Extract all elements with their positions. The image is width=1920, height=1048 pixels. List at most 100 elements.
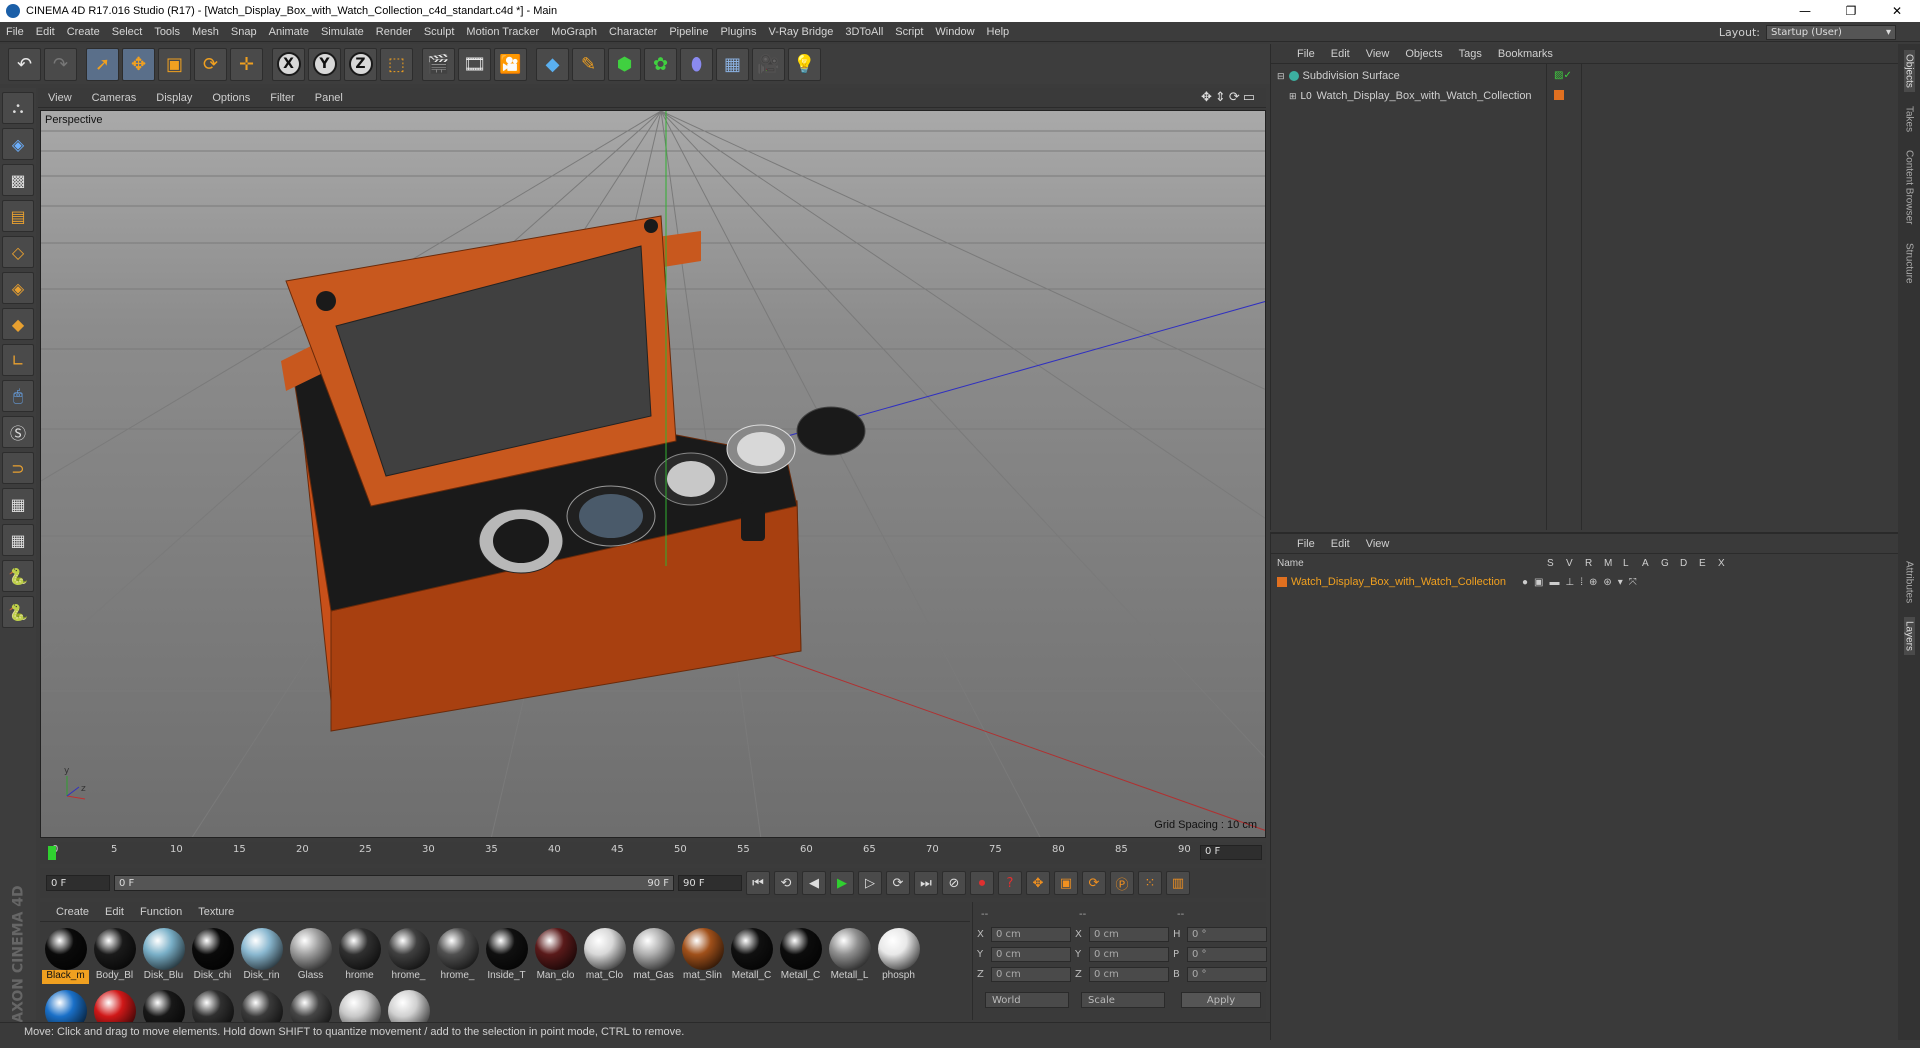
z-axis-lock-button[interactable]: Z: [344, 47, 377, 81]
objects-menu-objects[interactable]: Objects: [1397, 48, 1450, 60]
recent-tools-button[interactable]: ✛: [230, 47, 263, 81]
layers-menu-view[interactable]: View: [1358, 538, 1398, 550]
add-cube-button[interactable]: ◆: [536, 47, 569, 81]
material-tile[interactable]: mat_Clo: [581, 926, 628, 986]
object-row-watch-box[interactable]: ⊞ L0 Watch_Display_Box_with_Watch_Collec…: [1289, 88, 1532, 104]
material-tile[interactable]: Disk_chi: [189, 926, 236, 986]
rotation-h-field[interactable]: 0 °: [1187, 926, 1267, 942]
menu-pipeline[interactable]: Pipeline: [663, 26, 714, 38]
menu-render[interactable]: Render: [370, 26, 418, 38]
tab-layers[interactable]: Layers: [1903, 617, 1915, 656]
menu-edit[interactable]: Edit: [30, 26, 61, 38]
menu-character[interactable]: Character: [603, 26, 663, 38]
previous-frame-button[interactable]: ◀: [802, 871, 826, 895]
key-rotation-button[interactable]: ⟳: [1082, 871, 1106, 895]
menu-file[interactable]: File: [0, 26, 30, 38]
menu-script[interactable]: Script: [889, 26, 929, 38]
model-mode-button[interactable]: ◈: [2, 128, 34, 160]
material-tile[interactable]: hrome_: [434, 926, 481, 986]
rotate-tool-button[interactable]: ⟳: [194, 47, 227, 81]
add-camera-button[interactable]: 🎥: [752, 47, 785, 81]
size-z-field[interactable]: 0 cm: [1089, 966, 1169, 982]
add-floor-button[interactable]: ▦: [716, 47, 749, 81]
add-subdivision-button[interactable]: ⬢: [608, 47, 641, 81]
next-frame-button[interactable]: ▷: [858, 871, 882, 895]
python-button-2[interactable]: 🐍: [2, 596, 34, 628]
subdivision-enabled-check-icon[interactable]: ▨✓: [1554, 70, 1572, 81]
viewport-menu-panel[interactable]: Panel: [305, 92, 353, 104]
material-menu-texture[interactable]: Texture: [190, 906, 242, 918]
magnet-button[interactable]: ⊃: [2, 452, 34, 484]
timeline-ruler[interactable]: 0 5 10 15 20 25 30 35 40 45 50 55 60 65 …: [40, 842, 1266, 864]
next-key-button[interactable]: ⟳: [886, 871, 910, 895]
add-spline-button[interactable]: ✎: [572, 47, 605, 81]
add-deformer-button[interactable]: ⬮: [680, 47, 713, 81]
render-view-button[interactable]: 🎬: [422, 47, 455, 81]
python-button-1[interactable]: 🐍: [2, 560, 34, 592]
objects-menu-edit[interactable]: Edit: [1323, 48, 1358, 60]
position-x-field[interactable]: 0 cm: [991, 926, 1071, 942]
live-selection-button[interactable]: ➚: [86, 47, 119, 81]
menu-snap[interactable]: Snap: [225, 26, 263, 38]
menu-window[interactable]: Window: [929, 26, 980, 38]
edges-mode-button[interactable]: ◈: [2, 272, 34, 304]
menu-tools[interactable]: Tools: [148, 26, 186, 38]
planar-workplane-button[interactable]: ▦: [2, 524, 34, 556]
material-menu-edit[interactable]: Edit: [97, 906, 132, 918]
material-tile[interactable]: mat_Gas: [630, 926, 677, 986]
axis-mode-button[interactable]: ∟: [2, 344, 34, 376]
move-tool-button[interactable]: ✥: [122, 47, 155, 81]
menu-help[interactable]: Help: [981, 26, 1016, 38]
menu-motion-tracker[interactable]: Motion Tracker: [460, 26, 545, 38]
viewport-menu-options[interactable]: Options: [202, 92, 260, 104]
viewport-menu-filter[interactable]: Filter: [260, 92, 304, 104]
material-tile[interactable]: Inside_T: [483, 926, 530, 986]
coordinate-system-button[interactable]: ⬚: [380, 47, 413, 81]
menu-plugins[interactable]: Plugins: [714, 26, 762, 38]
timeline-window-button[interactable]: ▥: [1166, 871, 1190, 895]
coordinate-space-select[interactable]: World: [985, 992, 1069, 1008]
polygons-mode-button[interactable]: ◆: [2, 308, 34, 340]
material-tile[interactable]: Man_clo: [532, 926, 579, 986]
maximize-button[interactable]: ❐: [1828, 0, 1874, 22]
texture-mode-button[interactable]: ▩: [2, 164, 34, 196]
go-to-end-button[interactable]: ⏭: [914, 871, 938, 895]
rotation-p-field[interactable]: 0 °: [1187, 946, 1267, 962]
menu-animate[interactable]: Animate: [263, 26, 315, 38]
preview-range-slider[interactable]: 0 F 90 F: [114, 875, 674, 891]
material-tile[interactable]: Metall_L: [826, 926, 873, 986]
material-tile[interactable]: Glass: [287, 926, 334, 986]
current-frame-field[interactable]: 0 F: [1200, 845, 1262, 860]
menu-create[interactable]: Create: [61, 26, 106, 38]
menu-mograph[interactable]: MoGraph: [545, 26, 603, 38]
material-menu-create[interactable]: Create: [48, 906, 97, 918]
position-y-field[interactable]: 0 cm: [991, 946, 1071, 962]
edit-render-settings-button[interactable]: 🎦: [494, 47, 527, 81]
add-cloner-button[interactable]: ✿: [644, 47, 677, 81]
tab-structure[interactable]: Structure: [1904, 239, 1915, 288]
position-z-field[interactable]: 0 cm: [991, 966, 1071, 982]
redo-button[interactable]: ↷: [44, 47, 77, 81]
minimize-button[interactable]: —: [1782, 0, 1828, 22]
menu-select[interactable]: Select: [106, 26, 149, 38]
render-to-picture-viewer-button[interactable]: 🎞: [458, 47, 491, 81]
layer-color-swatch[interactable]: [1554, 90, 1564, 100]
make-editable-button[interactable]: ⛬: [2, 92, 34, 124]
viewport-menu-display[interactable]: Display: [146, 92, 202, 104]
key-pla-button[interactable]: ⁙: [1138, 871, 1162, 895]
material-tile[interactable]: hrome: [336, 926, 383, 986]
frame-ruler[interactable]: 0 5 10 15 20 25 30 35 40 45 50 55 60 65 …: [48, 844, 1191, 862]
viewport-menu-cameras[interactable]: Cameras: [82, 92, 147, 104]
tab-content-browser[interactable]: Content Browser: [1904, 146, 1915, 228]
go-to-start-button[interactable]: ⏮: [746, 871, 770, 895]
record-button[interactable]: ⏺: [970, 871, 994, 895]
menu-sculpt[interactable]: Sculpt: [418, 26, 461, 38]
layer-color-swatch[interactable]: [1277, 577, 1287, 587]
material-tile[interactable]: hrome_: [385, 926, 432, 986]
keyframe-selection-button[interactable]: ⊘: [942, 871, 966, 895]
material-tile[interactable]: mat_Slin: [679, 926, 726, 986]
end-frame-field[interactable]: 90 F: [678, 875, 742, 891]
material-tile[interactable]: phosph: [875, 926, 922, 986]
close-button[interactable]: ✕: [1874, 0, 1920, 22]
material-tile[interactable]: Black_m: [42, 926, 89, 986]
